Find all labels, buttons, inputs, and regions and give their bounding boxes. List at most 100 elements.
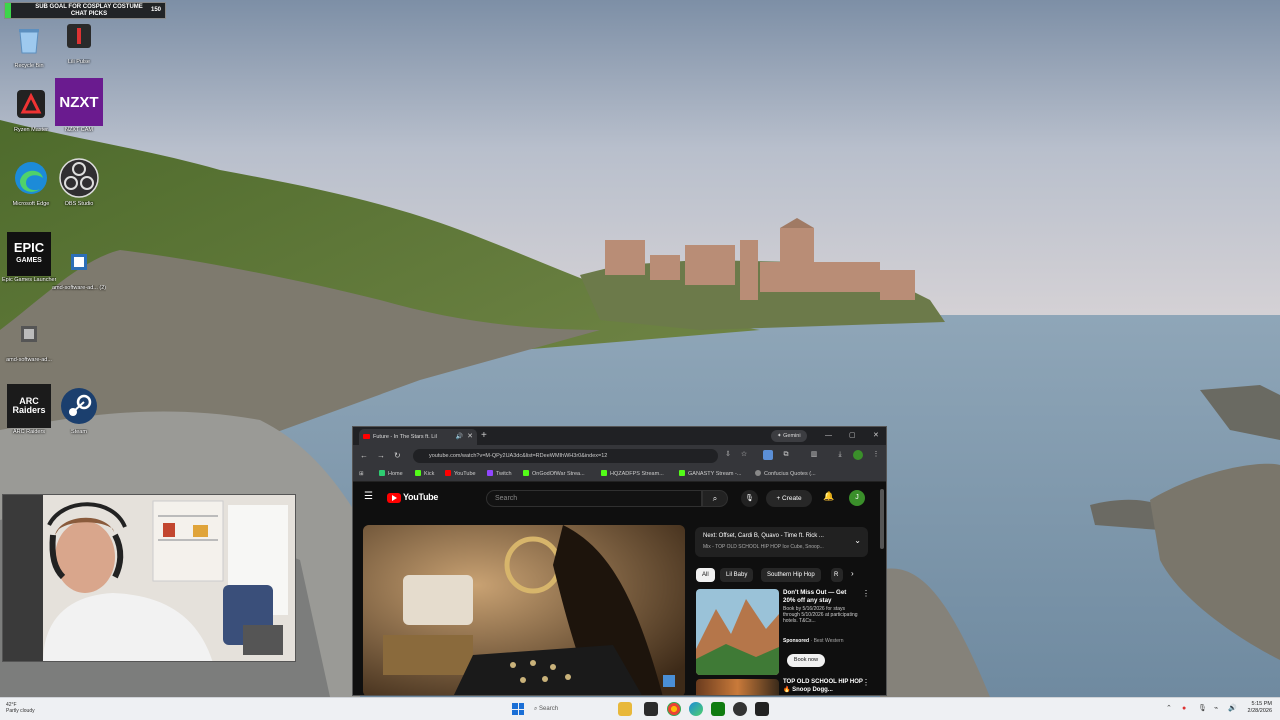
desktop-icon-steam[interactable]: Steam: [52, 384, 106, 436]
apps-grid-icon[interactable]: ⊞: [359, 467, 364, 482]
microphone-icon[interactable]: 🎙: [741, 490, 758, 507]
install-icon[interactable]: ⇩: [723, 450, 733, 460]
profile-avatar-icon[interactable]: [853, 450, 863, 460]
edge-taskbar-icon[interactable]: [689, 702, 703, 716]
bookmark-ongodofwar[interactable]: OnGodOfWar Strea...: [523, 467, 585, 482]
new-tab-button[interactable]: +: [481, 429, 487, 443]
close-tab-icon[interactable]: ✕: [467, 429, 473, 445]
desktop-icon-edge[interactable]: Microsoft Edge: [4, 156, 58, 208]
desktop-icon-nzxt-cam[interactable]: NZXT NZXT CAM: [52, 78, 106, 134]
terminal-icon[interactable]: [644, 702, 658, 716]
obs-taskbar-icon[interactable]: [733, 702, 747, 716]
speaker-icon[interactable]: 🔊: [456, 429, 463, 445]
desktop-icon-amd-installer[interactable]: amd-software-ad...: [2, 312, 56, 364]
chrome-icon[interactable]: [667, 702, 681, 716]
nzxt-cam-icon: NZXT: [55, 78, 103, 126]
bookmark-hqzadfps[interactable]: HQZADFPS Stream...: [601, 467, 664, 482]
weather-desc: Partly cloudy: [6, 708, 35, 714]
search-icon[interactable]: ⌕: [702, 490, 728, 507]
close-window-button[interactable]: ✕: [873, 429, 879, 443]
desktop-icon-arc-raiders[interactable]: ARC Raiders ARC Raiders: [2, 384, 56, 436]
tray-app-icon[interactable]: ●: [1182, 703, 1186, 715]
scrollbar[interactable]: [880, 489, 884, 549]
clock-time: 5:15 PM: [1251, 701, 1272, 707]
arc-raiders-icon: ARC Raiders: [7, 384, 51, 428]
bookmark-label: Twitch: [496, 471, 512, 477]
system-clock[interactable]: 5:15 PM 2/28/2026: [1248, 701, 1272, 715]
bookmark-kick[interactable]: Kick: [415, 467, 434, 482]
extension-icon[interactable]: [763, 450, 773, 460]
desktop-icon-label: Recycle Bin: [14, 63, 44, 69]
bookmark-confucius[interactable]: Confucius Quotes (...: [755, 467, 816, 482]
chevron-down-icon[interactable]: ⌄: [854, 536, 861, 545]
back-button[interactable]: ←: [360, 449, 368, 463]
tab-youtube[interactable]: Future - In The Stars ft. Lil 🔊 ✕: [359, 429, 477, 445]
reload-button[interactable]: ↻: [394, 449, 401, 463]
browser-window[interactable]: Future - In The Stars ft. Lil 🔊 ✕ + ✦ Ge…: [352, 426, 887, 696]
start-button[interactable]: [512, 703, 524, 715]
youtube-search-input[interactable]: Search: [486, 490, 702, 507]
side-panel-icon[interactable]: ▥: [809, 450, 819, 460]
desktop-icon-lili[interactable]: Lili Pulse: [52, 14, 106, 66]
desktop-icon-label: amd-software-ad...: [6, 357, 52, 363]
video-title[interactable]: TOP OLD SCHOOL HIP HOP 🔥 Snoop Dogg...: [783, 678, 863, 694]
bookmarks-bar: ⊞ Home Kick YouTube Twitch OnGodOfWar St…: [353, 467, 886, 482]
youtube-wordmark[interactable]: YouTube: [403, 492, 438, 502]
minimize-button[interactable]: —: [825, 429, 832, 443]
ad-thumbnail[interactable]: [696, 589, 779, 675]
menu-kebab-icon[interactable]: ⋮: [871, 450, 881, 460]
taskbar: 42°F Partly cloudy ⌕ Search ⌃ ● 🎙 ⌁ 🔊 5:…: [0, 697, 1280, 720]
up-next-card[interactable]: Next: Offset, Cardi B, Quavo - Time ft. …: [695, 527, 868, 557]
bookmark-home[interactable]: Home: [379, 467, 403, 482]
create-button[interactable]: + Create: [766, 490, 812, 507]
bookmark-twitch[interactable]: Twitch: [487, 467, 512, 482]
book-now-button[interactable]: Book now: [787, 654, 825, 667]
video-player[interactable]: [363, 525, 685, 695]
address-bar-row: ← → ↻ youtube.com/watch?v=M-QPy2UA3dc&li…: [353, 445, 886, 467]
ad-title[interactable]: Don't Miss Out — Get 20% off any stay: [783, 589, 855, 605]
desktop-icon-label: Lili Pulse: [67, 59, 90, 65]
chip-southern-hip-hop[interactable]: Southern Hip Hop: [761, 568, 821, 582]
extensions-puzzle-icon[interactable]: ⧉: [781, 450, 791, 460]
desktop-icon-label: OBS Studio: [64, 201, 94, 207]
file-explorer-icon[interactable]: [618, 702, 632, 716]
desktop-icon-epic-games[interactable]: EPIC GAMES Epic Games Launcher: [2, 232, 56, 284]
desktop-icon-label: Steam: [71, 429, 87, 435]
chevron-right-icon[interactable]: ›: [851, 569, 854, 578]
forward-button[interactable]: →: [377, 449, 385, 463]
network-icon[interactable]: ⌁: [1214, 703, 1218, 715]
app-taskbar-icon[interactable]: [755, 702, 769, 716]
downloads-icon[interactable]: ⤓: [835, 450, 845, 460]
epic-logo-subtext: GAMES: [16, 257, 42, 264]
sub-goal-progress-bar: [5, 3, 11, 18]
desktop-icon-recycle-bin[interactable]: Recycle Bin: [2, 18, 56, 70]
desktop-icon-ryzen-master[interactable]: Ryzen Master: [4, 82, 58, 134]
bookmark-icon: [679, 470, 685, 476]
xbox-icon[interactable]: [711, 702, 725, 716]
account-avatar[interactable]: J: [849, 490, 865, 506]
chip-all[interactable]: All: [696, 568, 715, 582]
chip-partial[interactable]: R: [831, 568, 843, 582]
chip-lil-baby[interactable]: Lil Baby: [720, 568, 754, 582]
bookmark-ganasty[interactable]: GANASTY Stream -...: [679, 467, 741, 482]
more-options-icon[interactable]: ⋮: [862, 678, 870, 687]
address-bar[interactable]: youtube.com/watch?v=M-QPy2UA3dc&list=RDe…: [413, 449, 718, 463]
epic-games-icon: EPIC GAMES: [7, 232, 51, 276]
taskbar-search[interactable]: ⌕ Search: [534, 702, 610, 716]
maximize-button[interactable]: ▢: [849, 429, 856, 443]
notifications-bell-icon[interactable]: 🔔: [823, 491, 834, 502]
weather-widget[interactable]: 42°F Partly cloudy: [6, 702, 35, 714]
hamburger-menu-icon[interactable]: ☰: [364, 491, 373, 502]
bookmark-youtube[interactable]: YouTube: [445, 467, 476, 482]
taskbar-search-label: Search: [539, 706, 559, 712]
gemini-button[interactable]: ✦ Gemini: [771, 430, 807, 442]
volume-icon[interactable]: 🔊: [1228, 703, 1237, 715]
chevron-up-icon[interactable]: ⌃: [1166, 703, 1172, 715]
desktop-icon-obs[interactable]: OBS Studio: [52, 156, 106, 208]
microphone-tray-icon[interactable]: 🎙: [1198, 703, 1207, 715]
desktop-icon-amd-installer-2[interactable]: amd-software-ad... (2): [52, 240, 106, 292]
bookmark-star-icon[interactable]: ☆: [739, 450, 749, 460]
more-options-icon[interactable]: ⋮: [862, 589, 870, 598]
youtube-logo-icon[interactable]: [387, 493, 401, 503]
video-thumbnail[interactable]: [696, 679, 779, 695]
